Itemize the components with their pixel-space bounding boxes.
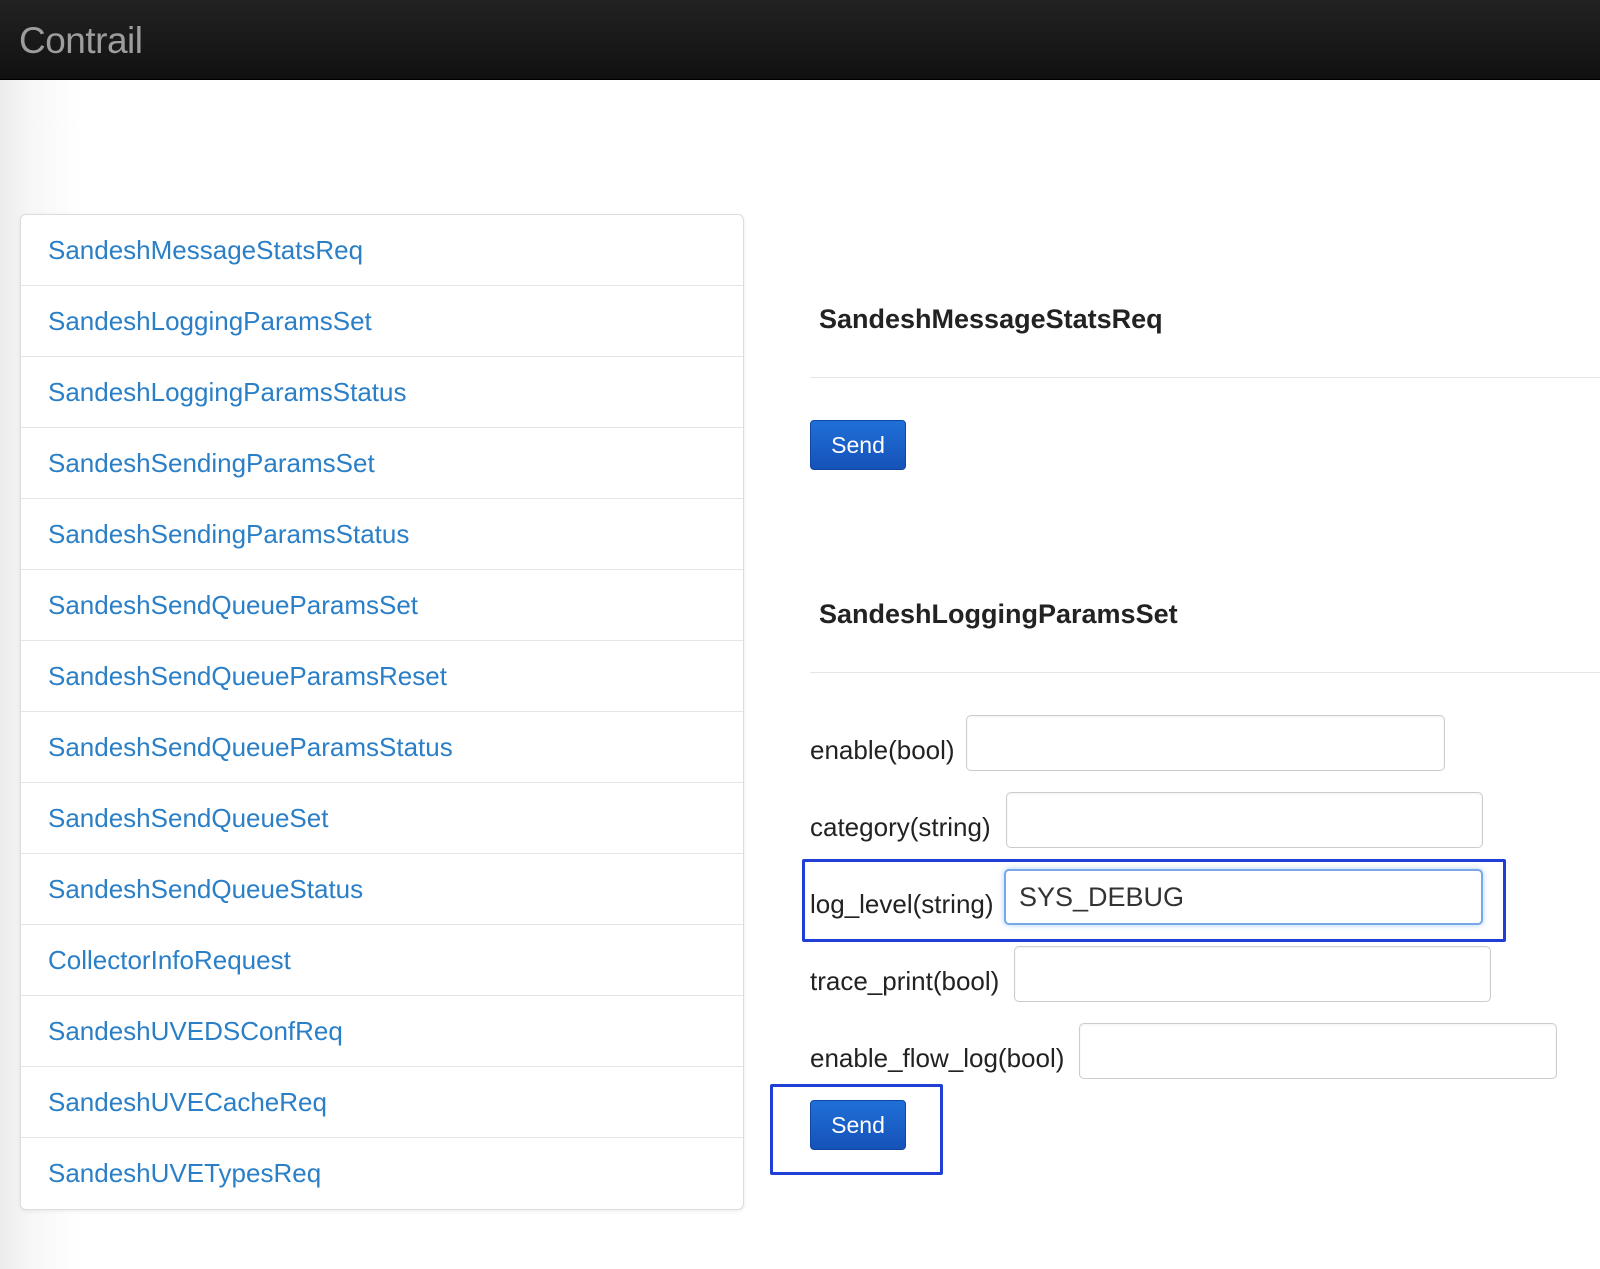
send-button-message-stats[interactable]: Send [810,420,906,470]
field-label-category: category(string) [810,812,991,842]
list-item-sandesh-send-queue-params-set[interactable]: SandeshSendQueueParamsSet [21,570,743,641]
enable-input[interactable] [966,715,1445,771]
section-divider [810,377,1600,378]
list-item-sandesh-sending-params-set[interactable]: SandeshSendingParamsSet [21,428,743,499]
field-row-enable-flow-log: enable_flow_log(bool) [810,1023,1570,1081]
field-row-category: category(string) [810,792,1490,850]
field-label-enable-flow-log: enable_flow_log(bool) [810,1043,1065,1073]
category-input[interactable] [1006,792,1483,848]
field-label-enable: enable(bool) [810,735,955,765]
log-level-input[interactable] [1004,869,1483,925]
field-row-enable: enable(bool) [810,715,1450,773]
list-item-sandesh-send-queue-params-reset[interactable]: SandeshSendQueueParamsReset [21,641,743,712]
list-item-sandesh-logging-params-status[interactable]: SandeshLoggingParamsStatus [21,357,743,428]
list-item-sandesh-send-queue-status[interactable]: SandeshSendQueueStatus [21,854,743,925]
list-item-sandesh-sending-params-status[interactable]: SandeshSendingParamsStatus [21,499,743,570]
list-item-sandesh-message-stats-req[interactable]: SandeshMessageStatsReq [21,215,743,286]
section-divider [810,672,1600,673]
section-title-message-stats: SandeshMessageStatsReq [819,304,1163,334]
list-item-sandesh-send-queue-set[interactable]: SandeshSendQueueSet [21,783,743,854]
field-label-log-level: log_level(string) [810,889,994,919]
list-item-sandesh-uve-cache-req[interactable]: SandeshUVECacheReq [21,1067,743,1138]
list-item-sandesh-uve-types-req[interactable]: SandeshUVETypesReq [21,1138,743,1209]
request-list: SandeshMessageStatsReq SandeshLoggingPar… [20,214,744,1210]
field-row-log-level: log_level(string) [810,869,1490,927]
trace-print-input[interactable] [1014,946,1491,1002]
brand-logo-text[interactable]: Contrail [19,20,143,62]
field-row-trace-print: trace_print(bool) [810,946,1500,1004]
list-item-sandesh-send-queue-params-status[interactable]: SandeshSendQueueParamsStatus [21,712,743,783]
list-item-sandesh-uve-ds-conf-req[interactable]: SandeshUVEDSConfReq [21,996,743,1067]
list-item-sandesh-logging-params-set[interactable]: SandeshLoggingParamsSet [21,286,743,357]
field-label-trace-print: trace_print(bool) [810,966,1000,996]
top-navbar: Contrail [0,0,1600,80]
section-title-logging-params: SandeshLoggingParamsSet [819,599,1178,629]
list-item-collector-info-request[interactable]: CollectorInfoRequest [21,925,743,996]
send-button-logging-params[interactable]: Send [810,1100,906,1150]
enable-flow-log-input[interactable] [1079,1023,1557,1079]
